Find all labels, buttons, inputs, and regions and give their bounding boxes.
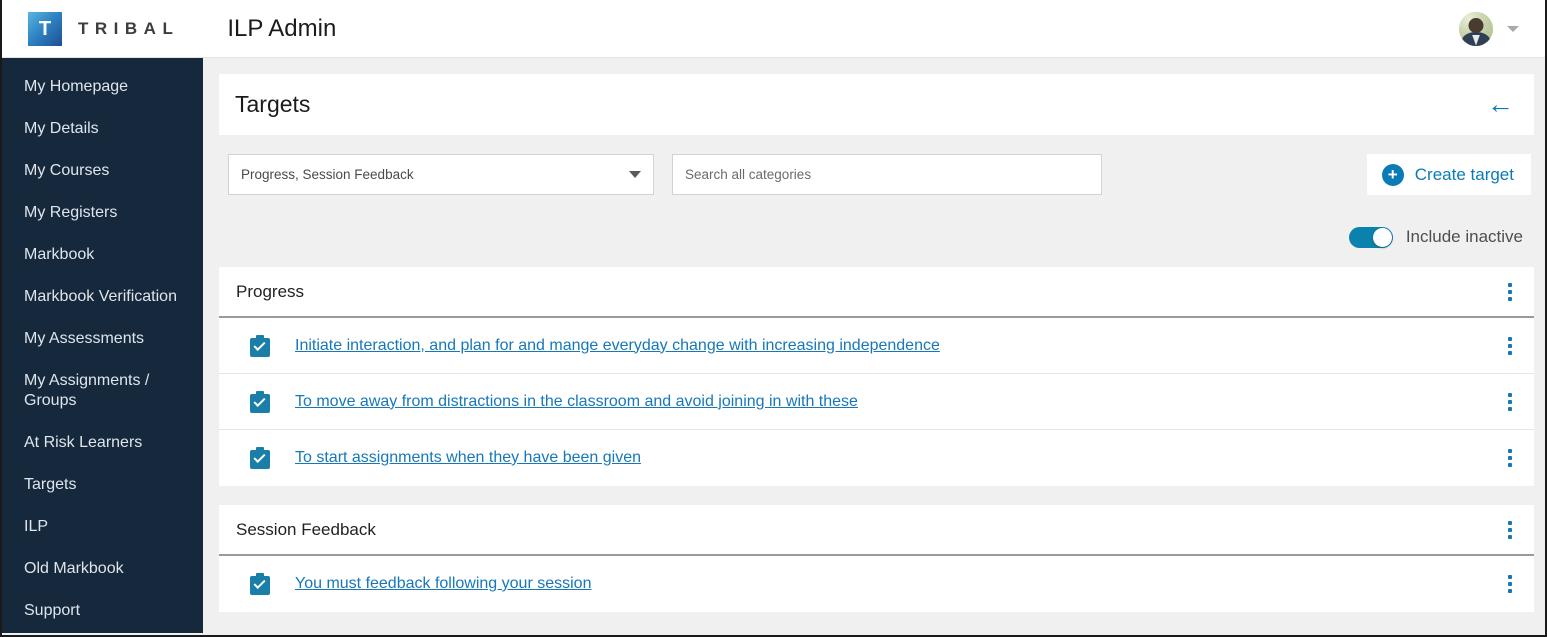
sidebar: My Homepage My Details My Courses My Reg… [2, 58, 203, 633]
include-inactive-row: Include inactive [219, 224, 1534, 250]
row-overflow-menu-icon[interactable] [1502, 445, 1518, 471]
target-link[interactable]: Initiate interaction, and plan for and m… [295, 337, 940, 355]
toggle-knob [1373, 228, 1392, 247]
sidebar-item-support[interactable]: Support [2, 590, 203, 632]
row-overflow-menu-icon[interactable] [1502, 333, 1518, 359]
sidebar-item-markbook[interactable]: Markbook [2, 234, 203, 276]
category-select[interactable]: Progress, Session Feedback [228, 154, 654, 195]
create-target-button[interactable]: + Create target [1367, 154, 1531, 195]
table-row: You must feedback following your session [219, 556, 1534, 612]
group-overflow-menu-icon[interactable] [1502, 279, 1518, 305]
clipboard-check-icon [250, 391, 270, 413]
group-header: Progress [219, 267, 1534, 318]
group-title: Session Feedback [236, 520, 376, 540]
sidebar-item-my-assessments[interactable]: My Assessments [2, 318, 203, 360]
clipboard-check-icon [250, 447, 270, 469]
chevron-down-icon [629, 171, 641, 178]
avatar[interactable] [1459, 12, 1493, 46]
sidebar-item-at-risk-learners[interactable]: At Risk Learners [2, 422, 203, 464]
main-content: Targets ← Progress, Session Feedback + C… [203, 58, 1545, 633]
sidebar-item-ilp[interactable]: ILP [2, 506, 203, 548]
include-inactive-label: Include inactive [1406, 227, 1523, 247]
create-target-label: Create target [1415, 165, 1514, 185]
back-arrow-icon[interactable]: ← [1487, 91, 1518, 118]
sidebar-item-targets[interactable]: Targets [2, 464, 203, 506]
group-overflow-menu-icon[interactable] [1502, 517, 1518, 543]
search-input[interactable] [672, 154, 1102, 195]
target-link[interactable]: To move away from distractions in the cl… [295, 393, 858, 411]
row-overflow-menu-icon[interactable] [1502, 571, 1518, 597]
clipboard-check-icon [250, 335, 270, 357]
brand-logo[interactable]: T TRIBAL [28, 12, 179, 46]
table-row: To start assignments when they have been… [219, 430, 1534, 486]
filter-row: Progress, Session Feedback + Create targ… [219, 154, 1534, 195]
target-group-progress: Progress Initiate interaction, and plan … [219, 267, 1534, 486]
sidebar-item-old-markbook[interactable]: Old Markbook [2, 548, 203, 590]
row-overflow-menu-icon[interactable] [1502, 389, 1518, 415]
app-title: ILP Admin [227, 15, 336, 43]
include-inactive-toggle[interactable] [1349, 227, 1393, 248]
sidebar-item-my-registers[interactable]: My Registers [2, 192, 203, 234]
scrollbar-gutter[interactable] [1542, 58, 1545, 633]
target-group-session-feedback: Session Feedback You must feedback follo… [219, 505, 1534, 612]
table-row: Initiate interaction, and plan for and m… [219, 318, 1534, 374]
plus-icon: + [1382, 164, 1404, 186]
page-header-card: Targets ← [219, 74, 1534, 135]
group-title: Progress [236, 282, 304, 302]
avatar-head [1469, 18, 1484, 33]
sidebar-item-my-courses[interactable]: My Courses [2, 150, 203, 192]
target-link[interactable]: You must feedback following your session [295, 575, 591, 593]
sidebar-item-my-details[interactable]: My Details [2, 108, 203, 150]
sidebar-item-my-homepage[interactable]: My Homepage [2, 66, 203, 108]
top-bar-right [1459, 12, 1519, 46]
application-window: T TRIBAL ILP Admin My Homepage My Detail… [0, 0, 1547, 637]
brand-name: TRIBAL [78, 19, 179, 39]
clipboard-check-icon [250, 573, 270, 595]
table-row: To move away from distractions in the cl… [219, 374, 1534, 430]
tribal-logo-icon: T [28, 12, 62, 46]
page-title: Targets [235, 91, 310, 118]
sidebar-item-markbook-verification[interactable]: Markbook Verification [2, 276, 203, 318]
group-header: Session Feedback [219, 505, 1534, 556]
top-bar: T TRIBAL ILP Admin [2, 0, 1545, 58]
category-select-value: Progress, Session Feedback [241, 167, 414, 182]
target-link[interactable]: To start assignments when they have been… [295, 449, 641, 467]
sidebar-item-my-assignments-groups[interactable]: My Assignments / Groups [2, 360, 203, 422]
chevron-down-icon[interactable] [1507, 26, 1519, 32]
